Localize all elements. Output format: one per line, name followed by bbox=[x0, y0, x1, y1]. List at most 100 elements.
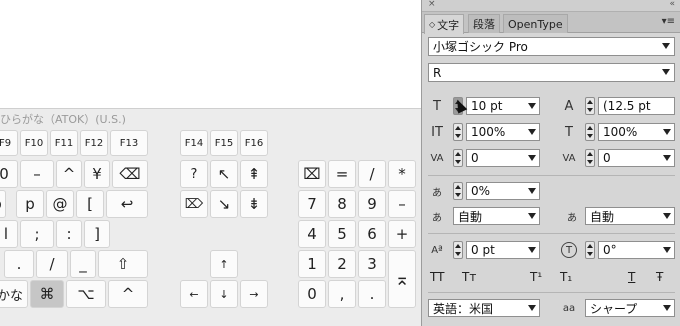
tab-opentype[interactable]: OpenType bbox=[503, 14, 568, 33]
panel-menu-icon[interactable]: ▾≡ bbox=[662, 16, 675, 27]
tsume-field[interactable]: 0% bbox=[466, 182, 540, 200]
keyboard-viewer-title: ひらがな（ATOK）(U.S.) bbox=[0, 113, 126, 126]
key-shift[interactable]: ⇧ bbox=[98, 250, 148, 278]
baseline-shift-icon: Aª bbox=[431, 244, 443, 256]
key-f11[interactable]: F11 bbox=[50, 130, 78, 156]
key-slash[interactable]: / bbox=[36, 250, 68, 278]
key-option[interactable]: ⌥ bbox=[66, 280, 106, 308]
kerning-field[interactable]: 0 bbox=[466, 149, 540, 167]
horizontal-scale-stepper[interactable] bbox=[585, 123, 595, 141]
key-page-down[interactable]: ⇟ bbox=[240, 190, 268, 218]
key-end[interactable]: ↘ bbox=[210, 190, 238, 218]
key-l[interactable]: l bbox=[0, 220, 18, 248]
leading-field[interactable]: (12.5 pt bbox=[598, 97, 675, 115]
numpad-equals[interactable]: = bbox=[328, 160, 356, 188]
close-icon[interactable]: × bbox=[428, 0, 436, 9]
key-bracket-close[interactable]: ] bbox=[84, 220, 110, 248]
numpad-enter[interactable]: ⌅ bbox=[388, 250, 416, 308]
numpad-clear[interactable]: ⌧ bbox=[298, 160, 326, 188]
key-semicolon[interactable]: ; bbox=[20, 220, 54, 248]
subscript-button[interactable]: T₁ bbox=[560, 270, 572, 284]
numpad-3[interactable]: 3 bbox=[358, 250, 386, 278]
rotation-stepper[interactable] bbox=[585, 241, 595, 259]
aki-left-icon: あ bbox=[432, 212, 442, 224]
font-family-dropdown[interactable]: 小塚ゴシック Pro bbox=[428, 37, 675, 56]
small-caps-button[interactable]: Tт bbox=[462, 270, 476, 284]
rotation-field[interactable]: 0° bbox=[598, 241, 675, 259]
key-home[interactable]: ↖ bbox=[210, 160, 238, 188]
key-minus[interactable]: – bbox=[20, 160, 54, 188]
numpad-9[interactable]: 9 bbox=[358, 190, 386, 218]
key-f9[interactable]: F9 bbox=[0, 130, 18, 156]
vertical-scale-stepper[interactable] bbox=[453, 123, 463, 141]
key-arrow-right[interactable]: → bbox=[240, 280, 268, 308]
underline-button[interactable]: T bbox=[628, 270, 635, 284]
numpad-1[interactable]: 1 bbox=[298, 250, 326, 278]
key-kana[interactable]: かな bbox=[0, 280, 28, 308]
vertical-scale-field[interactable]: 100% bbox=[466, 123, 540, 141]
key-f12[interactable]: F12 bbox=[80, 130, 108, 156]
horizontal-scale-icon: T bbox=[565, 124, 573, 140]
numpad-8[interactable]: 8 bbox=[328, 190, 356, 218]
key-page-up[interactable]: ⇞ bbox=[240, 160, 268, 188]
key-0[interactable]: 0 bbox=[0, 160, 18, 188]
numpad-divide[interactable]: / bbox=[358, 160, 386, 188]
leading-stepper[interactable] bbox=[585, 97, 595, 115]
all-caps-button[interactable]: TT bbox=[430, 270, 444, 284]
panel-tabbar: ◇ 文字 段落 OpenType ▾≡ bbox=[422, 12, 680, 34]
aki-right-dropdown[interactable]: 自動 bbox=[585, 207, 675, 225]
numpad-6[interactable]: 6 bbox=[358, 220, 386, 248]
tsume-stepper[interactable] bbox=[453, 182, 463, 200]
baseline-shift-field[interactable]: 0 pt bbox=[466, 241, 540, 259]
key-control[interactable]: ^ bbox=[108, 280, 148, 308]
numpad-0[interactable]: 0 bbox=[298, 280, 326, 308]
numpad-decimal[interactable]: . bbox=[358, 280, 386, 308]
key-o[interactable]: p bbox=[0, 190, 6, 218]
key-arrow-down[interactable]: ↓ bbox=[210, 280, 238, 308]
key-yen[interactable]: ¥ bbox=[84, 160, 110, 188]
key-colon[interactable]: : bbox=[56, 220, 82, 248]
numpad-minus[interactable]: – bbox=[388, 190, 416, 218]
collapse-icon[interactable]: « bbox=[669, 0, 675, 9]
font-style-dropdown[interactable]: R bbox=[428, 63, 675, 82]
tracking-field[interactable]: 0 bbox=[598, 149, 675, 167]
key-command[interactable]: ⌘ bbox=[30, 280, 64, 308]
baseline-shift-stepper[interactable] bbox=[453, 241, 463, 259]
key-return[interactable]: ↩ bbox=[106, 190, 148, 218]
key-f14[interactable]: F14 bbox=[180, 130, 208, 156]
key-arrow-up[interactable]: ↑ bbox=[210, 250, 238, 278]
key-f10[interactable]: F10 bbox=[20, 130, 48, 156]
divider bbox=[428, 175, 675, 176]
kerning-stepper[interactable] bbox=[453, 149, 463, 167]
numpad-comma[interactable]: , bbox=[328, 280, 356, 308]
numpad-2[interactable]: 2 bbox=[328, 250, 356, 278]
key-caret[interactable]: ^ bbox=[56, 160, 82, 188]
key-bracket-open[interactable]: [ bbox=[76, 190, 104, 218]
key-f16[interactable]: F16 bbox=[240, 130, 268, 156]
aki-left-dropdown[interactable]: 自動 bbox=[453, 207, 540, 225]
superscript-button[interactable]: T¹ bbox=[530, 270, 542, 284]
key-forward-delete[interactable]: ⌦ bbox=[180, 190, 208, 218]
numpad-7[interactable]: 7 bbox=[298, 190, 326, 218]
key-arrow-left[interactable]: ← bbox=[180, 280, 208, 308]
key-underscore[interactable]: _ bbox=[70, 250, 96, 278]
font-size-field[interactable]: 10 pt bbox=[466, 97, 540, 115]
antialias-dropdown[interactable]: シャープ bbox=[585, 299, 675, 317]
numpad-plus[interactable]: + bbox=[388, 220, 416, 248]
tracking-stepper[interactable] bbox=[585, 149, 595, 167]
numpad-4[interactable]: 4 bbox=[298, 220, 326, 248]
key-delete[interactable]: ⌫ bbox=[112, 160, 148, 188]
key-f15[interactable]: F15 bbox=[210, 130, 238, 156]
language-dropdown[interactable]: 英語：米国 bbox=[428, 299, 540, 317]
key-f13[interactable]: F13 bbox=[110, 130, 148, 156]
key-period[interactable]: . bbox=[4, 250, 34, 278]
key-at[interactable]: @ bbox=[46, 190, 74, 218]
numpad-multiply[interactable]: * bbox=[388, 160, 416, 188]
horizontal-scale-field[interactable]: 100% bbox=[598, 123, 675, 141]
strikethrough-button[interactable]: Ŧ bbox=[656, 270, 663, 284]
numpad-5[interactable]: 5 bbox=[328, 220, 356, 248]
key-help[interactable]: ? bbox=[180, 160, 208, 188]
tab-character[interactable]: ◇ 文字 bbox=[424, 14, 465, 34]
tab-paragraph[interactable]: 段落 bbox=[468, 14, 500, 33]
key-p[interactable]: p bbox=[16, 190, 44, 218]
